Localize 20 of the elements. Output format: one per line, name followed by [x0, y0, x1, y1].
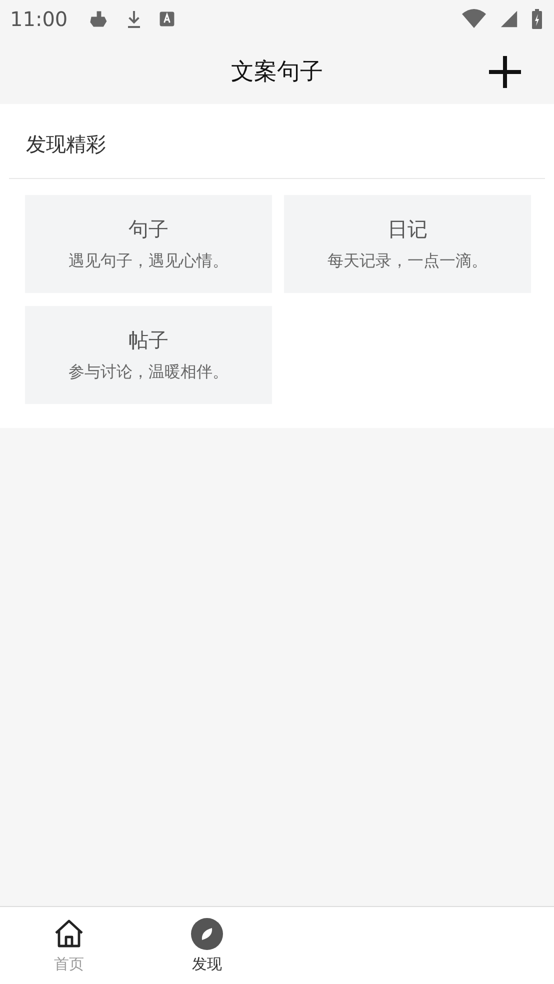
tab-item[interactable]: 发现 [138, 907, 276, 984]
card-subtitle: 每天记录，一点一滴。 [328, 251, 488, 272]
section-title: 发现精彩 [9, 104, 545, 179]
keyboard-a-icon [158, 10, 176, 28]
wifi-icon [462, 9, 486, 29]
card-subtitle: 遇见句子，遇见心情。 [68, 251, 228, 272]
status-time: 11:00 [10, 7, 68, 31]
signal-icon [500, 10, 518, 28]
card-title: 日记 [388, 216, 428, 243]
battery-icon [532, 9, 542, 29]
page-title: 文案句子 [231, 58, 323, 86]
add-icon[interactable] [489, 56, 521, 88]
card-title: 帖子 [128, 327, 168, 354]
category-card[interactable]: 日记 每天记录，一点一滴。 [284, 195, 531, 293]
category-card[interactable]: 句子 遇见句子，遇见心情。 [25, 195, 272, 293]
card-subtitle: 参与讨论，温暖相伴。 [68, 362, 228, 383]
house-icon [53, 918, 85, 950]
category-card[interactable]: 帖子 参与讨论，温暖相伴。 [25, 306, 272, 404]
compass-icon [191, 918, 223, 950]
card-title: 句子 [128, 216, 168, 243]
